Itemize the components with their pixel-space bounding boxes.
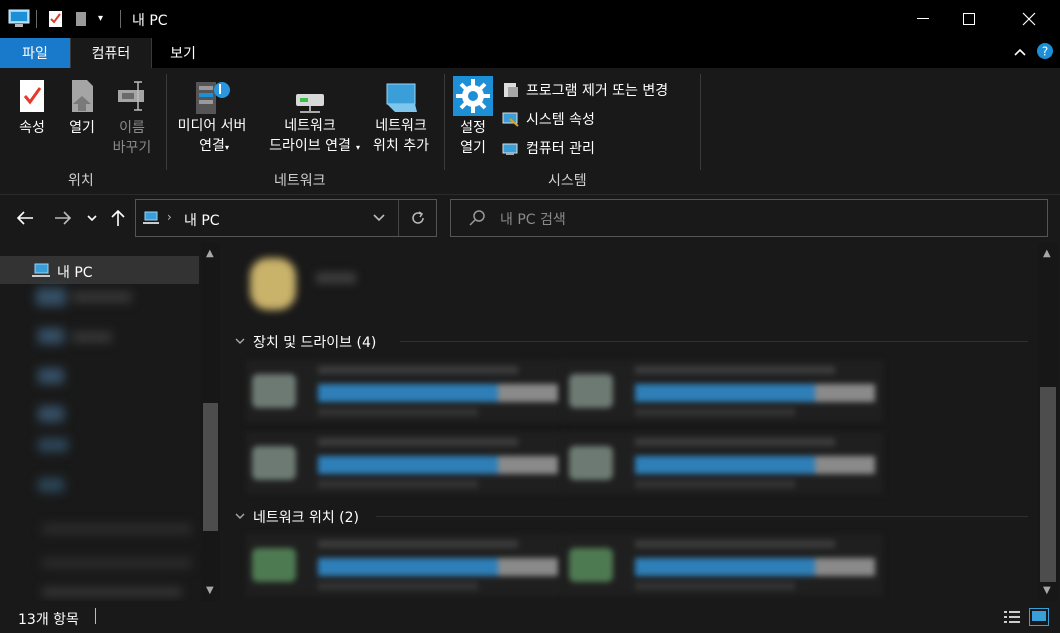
content-scroll-up-icon[interactable]: ▲ [1043,248,1051,259]
status-caret [95,608,96,624]
network-drive-icon [296,94,324,113]
group-label-network: 네트워크 [274,173,326,189]
ribbon-divider [166,74,167,170]
media-server-label-2: 연결 [199,138,225,154]
address-dropdown-icon[interactable] [372,212,386,224]
new-folder-quick-icon[interactable] [74,10,88,28]
network-section-header[interactable]: 네트워크 위치 (2) [253,507,359,527]
open-button[interactable]: 열기 [60,78,104,138]
network-location-tile[interactable] [563,534,883,596]
maximize-button[interactable] [946,0,992,38]
navpane-scroll-down-icon[interactable]: ▼ [206,585,214,596]
network-drive-label-1: 네트워크 [284,118,336,134]
rename-label-2: 바꾸기 [112,140,152,156]
ribbon-divider [444,74,445,170]
group-label-system: 시스템 [548,173,587,189]
details-view-icon[interactable] [1003,609,1021,625]
devices-section-header[interactable]: 장치 및 드라이브 (4) [253,332,376,352]
open-label: 열기 [69,120,95,136]
window-title: 내 PC [132,13,168,29]
ribbon-divider [700,74,701,170]
content-scroll-thumb[interactable] [1040,387,1056,582]
drive-tile[interactable] [563,360,883,422]
status-item-count: 13개 항목 [18,612,79,628]
refresh-icon[interactable] [409,209,427,227]
svg-text:?: ? [1042,45,1048,59]
rename-button[interactable]: 이름 바꾸기 [104,78,160,158]
address-bar[interactable] [135,199,437,237]
address-divider [398,200,399,236]
navpane-scroll-up-icon[interactable]: ▲ [206,248,214,259]
computer-management-button[interactable]: 컴퓨터 관리 [502,137,595,159]
address-path[interactable]: 내 PC [184,210,220,230]
tab-file[interactable]: 파일 [0,38,70,68]
navpane-this-pc-label: 내 PC [57,265,93,281]
customize-quick-access-icon[interactable]: ▾ [98,13,110,27]
uninstall-label: 프로그램 제거 또는 변경 [526,83,669,99]
drive-tile[interactable] [246,432,566,494]
properties-button[interactable]: 속성 [10,78,54,138]
navpane-scroll-thumb[interactable] [203,403,218,531]
computer-icon [8,9,30,29]
network-section-divider [376,516,1028,517]
help-icon[interactable]: ? [1036,42,1054,60]
open-settings-button[interactable]: 설정 열기 [450,76,496,158]
network-location-label-1: 네트워크 [375,118,427,134]
network-location-icon [386,83,417,112]
tab-view[interactable]: 보기 [150,38,216,68]
status-bar [0,601,1060,633]
search-icon [468,209,486,227]
system-properties-label: 시스템 속성 [526,112,595,128]
properties-icon [20,80,44,112]
computer-management-icon [502,143,518,155]
navpane-blurred-items [32,288,202,598]
network-collapse-icon[interactable] [234,510,246,522]
settings-label-2: 열기 [460,140,486,156]
up-arrow-icon[interactable] [110,209,126,227]
media-server-button[interactable]: 미디어 서버 연결 [170,78,254,156]
folder-item-blurred[interactable] [246,252,376,328]
content-scroll-down-icon[interactable]: ▼ [1043,585,1051,596]
forward-arrow-icon[interactable] [54,210,72,226]
network-location-tile[interactable] [246,534,566,596]
drive-tile[interactable] [563,432,883,494]
network-location-label-2: 위치 추가 [373,138,429,154]
media-server-icon [196,82,230,114]
media-server-label-1: 미디어 서버 [177,118,247,134]
uninstall-icon [504,83,518,97]
system-properties-button[interactable]: 시스템 속성 [502,108,595,130]
rename-icon [118,81,144,111]
media-dropdown-icon: ▾ [225,143,230,152]
computer-management-label: 컴퓨터 관리 [526,141,595,157]
search-input[interactable]: 내 PC 검색 [500,209,566,229]
recent-locations-chevron-icon[interactable] [86,212,98,224]
uninstall-program-button[interactable]: 프로그램 제거 또는 변경 [502,79,668,101]
navpane-pc-icon [32,262,52,278]
system-properties-icon [502,112,519,127]
map-network-drive-button[interactable]: 네트워크 드라이브 연결 [256,78,364,156]
settings-label-1: 설정 [460,120,486,136]
add-network-location-button[interactable]: 네트워크 위치 추가 [366,78,436,156]
settings-gear-icon [453,76,493,116]
ribbon-collapse-icon[interactable] [1012,44,1028,60]
group-label-location: 위치 [68,173,94,189]
close-button[interactable] [1006,0,1052,38]
properties-quick-icon[interactable] [48,10,64,28]
large-icons-view-icon[interactable] [1029,608,1049,626]
rename-label-1: 이름 [119,120,145,136]
minimize-button[interactable] [900,0,946,38]
network-drive-dropdown-icon: ▾ [356,143,361,152]
address-pc-icon [143,210,161,226]
network-drive-label-2: 드라이브 연결 [269,138,351,154]
devices-section-divider [400,341,1028,342]
breadcrumb-chevron-icon[interactable]: › [167,210,172,224]
devices-collapse-icon[interactable] [234,335,246,347]
navpane-this-pc-item[interactable] [0,256,199,284]
back-arrow-icon[interactable] [16,210,34,226]
drive-tile[interactable] [246,360,566,422]
properties-label: 속성 [19,120,45,136]
open-icon [72,80,93,112]
tab-computer[interactable]: 컴퓨터 [70,38,152,68]
